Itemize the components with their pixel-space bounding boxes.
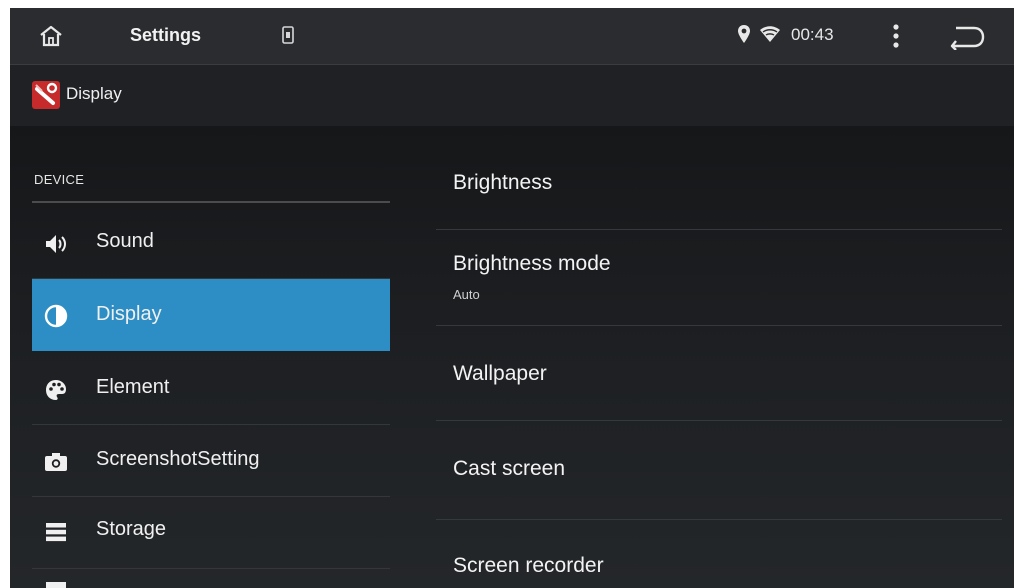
sidebar-item-sound[interactable]: Sound [32, 208, 390, 278]
camera-icon [45, 453, 67, 471]
pref-brightness-mode[interactable]: Brightness mode Auto [436, 230, 1002, 324]
display-preferences: Brightness Brightness mode Auto Wallpape… [436, 126, 1002, 588]
nav-divider [32, 424, 390, 425]
speaker-icon [46, 235, 66, 253]
status-time: 00:43 [791, 25, 834, 44]
nav-divider [32, 568, 390, 569]
pref-wallpaper[interactable]: Wallpaper [436, 326, 1002, 420]
sidebar-item-label: Element [96, 376, 170, 398]
pref-summary: Auto [453, 287, 480, 302]
settings-wrench-icon [32, 81, 60, 109]
status-bar: Settings 00:43 [10, 8, 1014, 64]
pref-screen-recorder[interactable]: Screen recorder [436, 520, 1002, 588]
pref-cast-screen[interactable]: Cast screen [436, 421, 1002, 517]
sidebar-section-device: DEVICE [34, 172, 85, 187]
storage-icon [46, 523, 66, 542]
home-icon[interactable] [38, 24, 64, 48]
settings-sidebar: DEVICE Sound Display Element ScreenshotS… [32, 126, 390, 588]
sidebar-item-screenshotsetting[interactable]: ScreenshotSetting [32, 426, 390, 496]
more-vert-icon[interactable] [890, 22, 902, 50]
settings-window: Settings 00:43 Display DEVICE Sound Disp… [10, 8, 1014, 588]
back-arrow-icon[interactable] [946, 24, 986, 50]
pref-title: Screen recorder [453, 554, 604, 577]
sidebar-item-element[interactable]: Element [32, 354, 390, 424]
app-title: Settings [130, 25, 202, 45]
sidebar-item-display[interactable]: Display [32, 279, 390, 351]
page-header: Display [10, 64, 1014, 127]
nav-divider [32, 496, 390, 497]
contrast-icon [44, 304, 68, 328]
sidebar-item-label: ScreenshotSetting [96, 448, 260, 470]
wifi-icon [760, 26, 780, 42]
pref-title: Cast screen [453, 457, 566, 480]
page-title: Display [66, 84, 122, 103]
list-icon [46, 582, 66, 588]
pref-brightness[interactable]: Brightness [436, 126, 1002, 228]
settings-content: DEVICE Sound Display Element ScreenshotS… [10, 126, 1014, 588]
palette-icon [46, 380, 66, 400]
pref-title: Brightness [453, 171, 553, 194]
sim-card-icon [282, 26, 294, 44]
pref-title: Brightness mode [453, 252, 611, 275]
sidebar-item-label: Storage [96, 518, 167, 540]
location-pin-icon [738, 25, 750, 43]
section-divider [32, 201, 390, 203]
sidebar-item-label: Display [96, 303, 162, 325]
sidebar-item-label: Sound [96, 230, 154, 252]
sidebar-item-storage[interactable]: Storage [32, 498, 390, 568]
pref-title: Wallpaper [453, 362, 547, 385]
